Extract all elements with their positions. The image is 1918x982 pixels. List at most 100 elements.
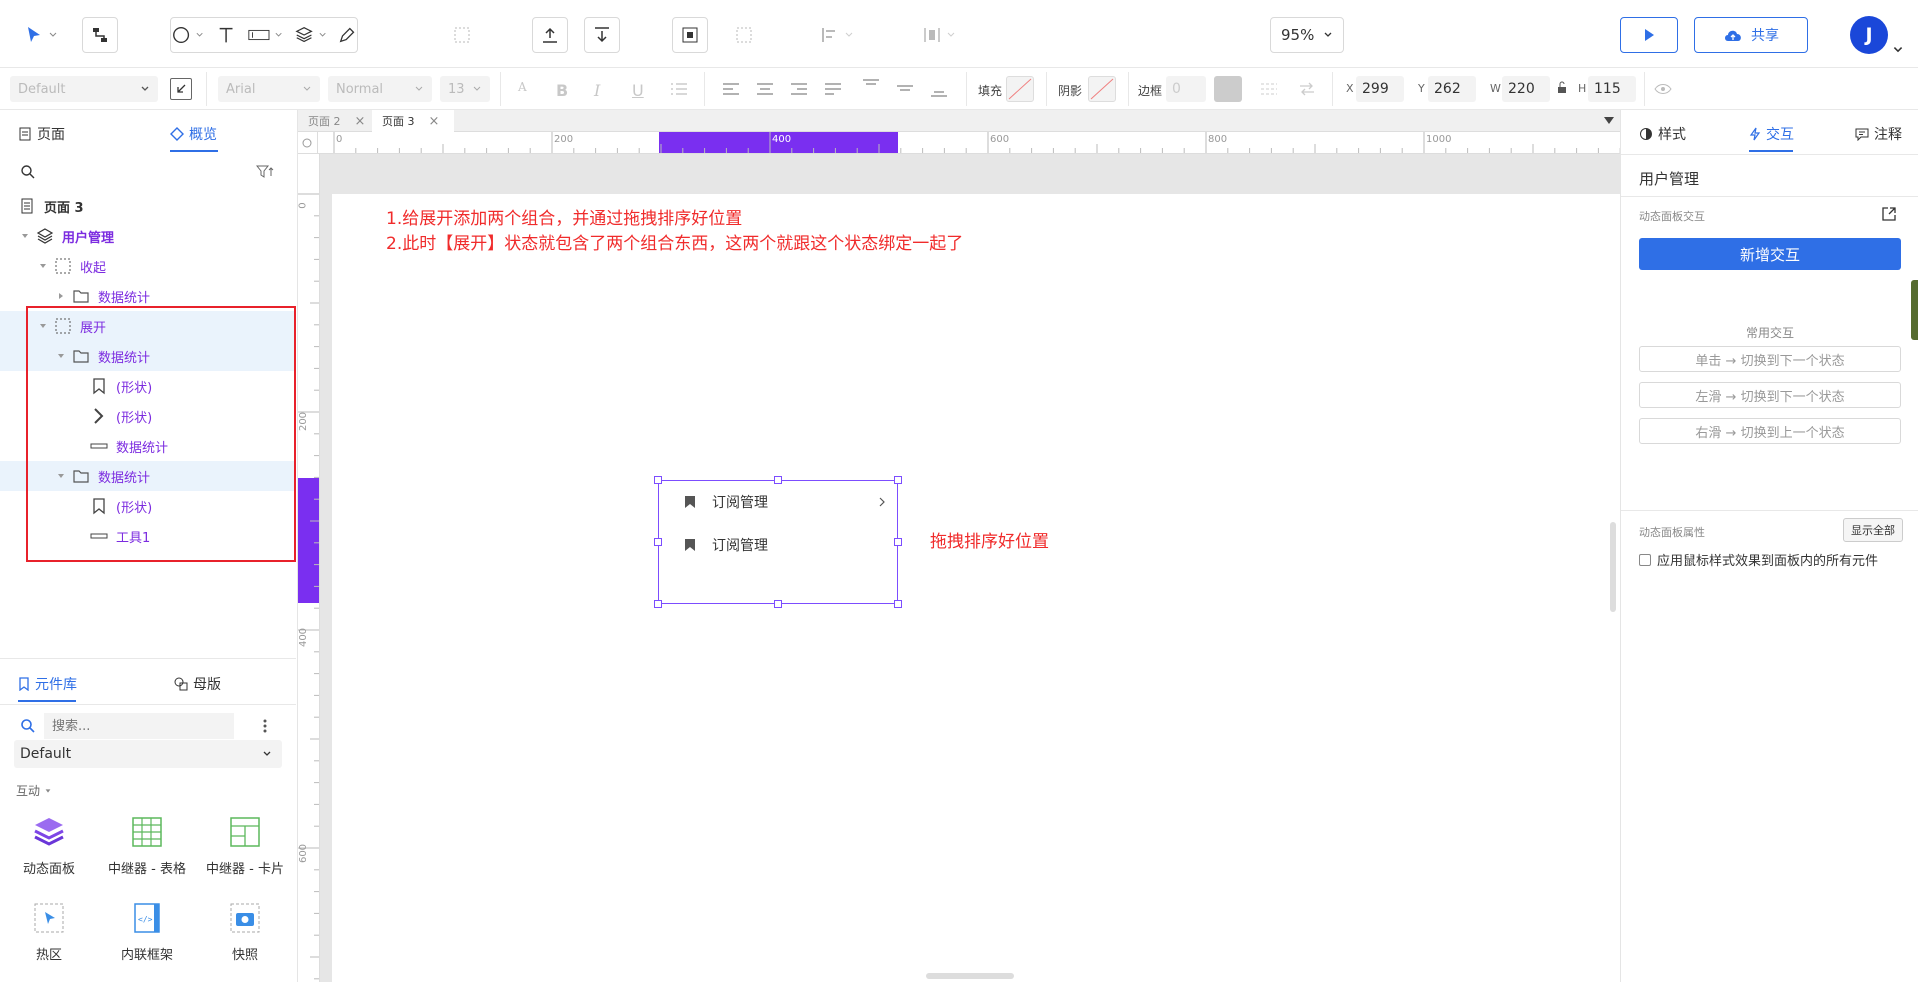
close-icon[interactable]: × xyxy=(429,114,440,129)
border-color-swatch[interactable] xyxy=(1214,76,1242,102)
avatar[interactable]: J xyxy=(1850,16,1888,54)
widget-repeater-table[interactable]: 中继器 - 表格 xyxy=(98,814,196,877)
tab-notes[interactable]: 注释 xyxy=(1855,124,1902,144)
tab-pages[interactable]: 页面 xyxy=(18,124,65,144)
valign-top-icon[interactable] xyxy=(862,78,880,98)
resize-handle[interactable] xyxy=(654,600,662,608)
widget-repeater-card[interactable]: 中继器 - 卡片 xyxy=(196,814,294,877)
font-weight-select[interactable]: Normal xyxy=(328,76,432,102)
checkbox[interactable] xyxy=(1639,553,1651,566)
triangle-down-icon[interactable] xyxy=(38,261,48,271)
library-search-input[interactable] xyxy=(44,713,234,739)
common-interaction-button[interactable]: 右滑 → 切换到上一个状态 xyxy=(1639,418,1901,444)
italic-icon[interactable]: I xyxy=(594,81,600,100)
target-icon[interactable] xyxy=(298,132,316,152)
connector-tool-button[interactable] xyxy=(82,17,118,53)
preview-button[interactable] xyxy=(1620,17,1678,53)
tab-library[interactable]: 元件库 xyxy=(18,674,77,694)
share-button[interactable]: 共享 xyxy=(1694,17,1808,53)
eye-icon[interactable] xyxy=(1654,82,1672,96)
text-icon[interactable] xyxy=(216,24,236,46)
justify-icon[interactable] xyxy=(824,82,842,96)
show-all-button[interactable]: 显示全部 xyxy=(1843,518,1903,542)
widget-hotspot[interactable]: 热区 xyxy=(0,900,98,963)
tabs-menu-icon[interactable] xyxy=(1604,117,1614,125)
align-button[interactable] xyxy=(814,17,860,53)
resize-handle[interactable] xyxy=(654,538,662,546)
resize-handle[interactable] xyxy=(894,476,902,484)
select-tool-button[interactable] xyxy=(16,17,66,53)
search-icon[interactable] xyxy=(20,164,36,180)
resize-handle[interactable] xyxy=(774,600,782,608)
bold-icon[interactable]: B xyxy=(556,81,568,100)
lock-open-icon[interactable] xyxy=(1556,80,1568,94)
menu-item[interactable]: 订阅管理 xyxy=(684,490,894,514)
align-center-icon[interactable] xyxy=(756,82,774,96)
add-interaction-button[interactable]: 新增交互 xyxy=(1639,238,1901,270)
library-select[interactable]: Default xyxy=(14,740,282,768)
font-size-select[interactable]: 13 xyxy=(440,76,490,102)
side-handle[interactable] xyxy=(1911,280,1918,340)
tab-style[interactable]: 样式 xyxy=(1639,124,1686,144)
arrow-style-icon[interactable] xyxy=(1298,80,1316,98)
pen-icon[interactable] xyxy=(337,24,357,46)
more-vertical-icon[interactable] xyxy=(262,718,268,734)
tree-dynamic-panel[interactable]: 用户管理 xyxy=(0,221,296,251)
close-icon[interactable]: × xyxy=(355,114,366,129)
shadow-color-swatch[interactable] xyxy=(1088,76,1116,102)
resize-handle[interactable] xyxy=(894,538,902,546)
element-name[interactable]: 用户管理 xyxy=(1639,168,1699,189)
tab-masters[interactable]: 母版 xyxy=(174,674,221,694)
fill-color-swatch[interactable] xyxy=(1006,76,1034,102)
artboard[interactable] xyxy=(332,194,1620,982)
border-width-input[interactable]: 0 xyxy=(1166,76,1206,102)
page-tab[interactable]: 页面 2 × xyxy=(298,110,372,132)
external-link-icon[interactable] xyxy=(1881,206,1897,222)
group-button[interactable] xyxy=(448,17,476,53)
ungroup-button[interactable] xyxy=(728,17,760,53)
y-input[interactable]: 262 xyxy=(1428,76,1476,102)
resize-handle[interactable] xyxy=(894,600,902,608)
h-input[interactable]: 115 xyxy=(1588,76,1636,102)
common-interaction-button[interactable]: 左滑 → 切换到下一个状态 xyxy=(1639,382,1901,408)
filter-icon[interactable] xyxy=(256,164,274,180)
account-chevron-icon[interactable] xyxy=(1892,44,1904,56)
page-tab-active[interactable]: 页面 3 × xyxy=(372,110,454,132)
align-right-icon[interactable] xyxy=(790,82,808,96)
triangle-right-icon[interactable] xyxy=(56,291,66,301)
tree-page[interactable]: 页面 3 xyxy=(0,191,296,221)
distribute-button[interactable] xyxy=(916,17,962,53)
menu-item[interactable]: 订阅管理 xyxy=(684,533,894,557)
border-style-icon[interactable] xyxy=(1260,82,1278,96)
horizontal-scrollbar[interactable] xyxy=(926,973,1014,979)
align-left-icon[interactable] xyxy=(722,82,740,96)
tree-state-collapsed[interactable]: 收起 xyxy=(0,251,296,281)
group-selection-button[interactable] xyxy=(672,17,708,53)
mouse-style-checkbox-row[interactable]: 应用鼠标样式效果到面板内的所有元件 xyxy=(1639,550,1878,569)
x-input[interactable]: 299 xyxy=(1356,76,1404,102)
widget-inline-frame[interactable]: </> 内联框架 xyxy=(98,900,196,963)
layers-icon[interactable] xyxy=(294,24,314,46)
send-back-button[interactable] xyxy=(584,17,620,53)
category-toggle[interactable]: 互动 xyxy=(16,782,52,799)
input-field-icon[interactable] xyxy=(247,24,271,46)
style-select[interactable]: Default xyxy=(10,76,158,102)
resize-handle[interactable] xyxy=(654,476,662,484)
style-apply-button[interactable] xyxy=(170,78,192,100)
widget-snapshot[interactable]: 快照 xyxy=(196,900,294,963)
tab-outline[interactable]: 概览 xyxy=(170,124,217,144)
valign-bottom-icon[interactable] xyxy=(930,78,948,98)
triangle-down-icon[interactable] xyxy=(20,231,30,241)
w-input[interactable]: 220 xyxy=(1502,76,1550,102)
widget-dynamic-panel[interactable]: 动态面板 xyxy=(0,814,98,877)
tab-interactions[interactable]: 交互 xyxy=(1749,124,1794,144)
underline-icon[interactable]: U xyxy=(632,81,644,100)
bring-front-button[interactable] xyxy=(532,17,568,53)
font-family-select[interactable]: Arial xyxy=(218,76,320,102)
resize-handle[interactable] xyxy=(774,476,782,484)
zoom-select[interactable]: 95% xyxy=(1270,17,1344,53)
common-interaction-button[interactable]: 单击 → 切换到下一个状态 xyxy=(1639,346,1901,372)
vertical-scrollbar[interactable] xyxy=(1610,522,1616,612)
list-icon[interactable] xyxy=(670,82,688,96)
valign-middle-icon[interactable] xyxy=(896,78,914,98)
